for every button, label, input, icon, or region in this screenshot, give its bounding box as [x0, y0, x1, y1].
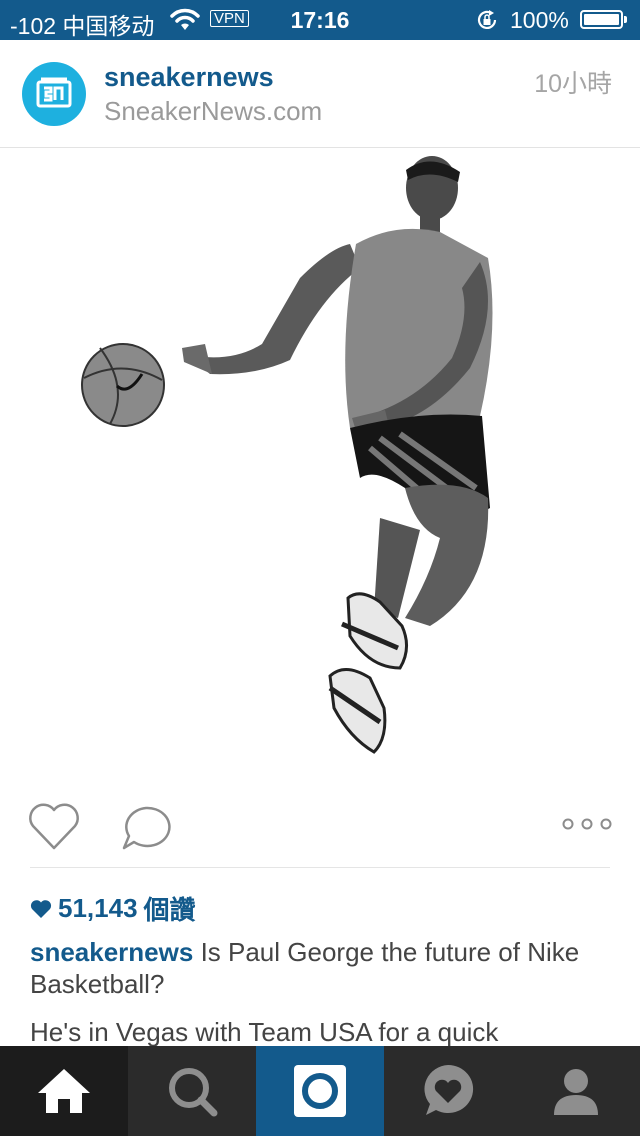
tab-explore[interactable] [128, 1046, 256, 1136]
post-caption: sneakernews Is Paul George the future of… [30, 936, 610, 1000]
status-bar: -102 中国移动 VPN 17:16 100% [0, 0, 640, 40]
heart-outline-icon[interactable] [26, 798, 82, 854]
sneakernews-logo-icon [36, 77, 72, 108]
post-username[interactable]: sneakernews [104, 62, 274, 93]
basketball-player-image [81, 156, 493, 754]
rotation-lock-icon [477, 10, 497, 29]
post-photo[interactable] [0, 148, 640, 788]
post-actions [0, 788, 640, 868]
battery-percent: 100% [510, 7, 569, 33]
likes-number: 51,143 [58, 893, 138, 923]
basketball-icon [81, 343, 165, 427]
tab-profile[interactable] [512, 1046, 640, 1136]
post-timestamp: 10小時 [534, 70, 612, 98]
likes-count[interactable]: 51,143 個讚 [30, 890, 196, 927]
tab-activity[interactable] [384, 1046, 512, 1136]
tab-home[interactable] [0, 1046, 128, 1136]
post-location[interactable]: SneakerNews.com [104, 96, 322, 127]
heart-bubble-icon [424, 1064, 474, 1115]
person-icon [554, 1069, 598, 1115]
three-dots-icon[interactable] [562, 812, 612, 836]
heart-filled-icon [30, 899, 52, 918]
tab-bar [0, 1046, 640, 1136]
camera-icon [294, 1065, 346, 1117]
post-header: sneakernews SneakerNews.com 10小時 [0, 40, 640, 148]
caption-continuation: He's in Vegas with Team USA for a quick [30, 1017, 499, 1047]
likes-suffix: 個讚 [143, 895, 196, 925]
speech-bubble-icon[interactable] [120, 798, 172, 854]
actions-divider [30, 867, 610, 868]
avatar[interactable] [22, 62, 86, 126]
caption-username[interactable]: sneakernews [30, 937, 193, 967]
battery-icon [580, 10, 627, 29]
home-icon [38, 1069, 90, 1113]
tab-camera[interactable] [256, 1046, 384, 1136]
search-icon [169, 1068, 218, 1117]
